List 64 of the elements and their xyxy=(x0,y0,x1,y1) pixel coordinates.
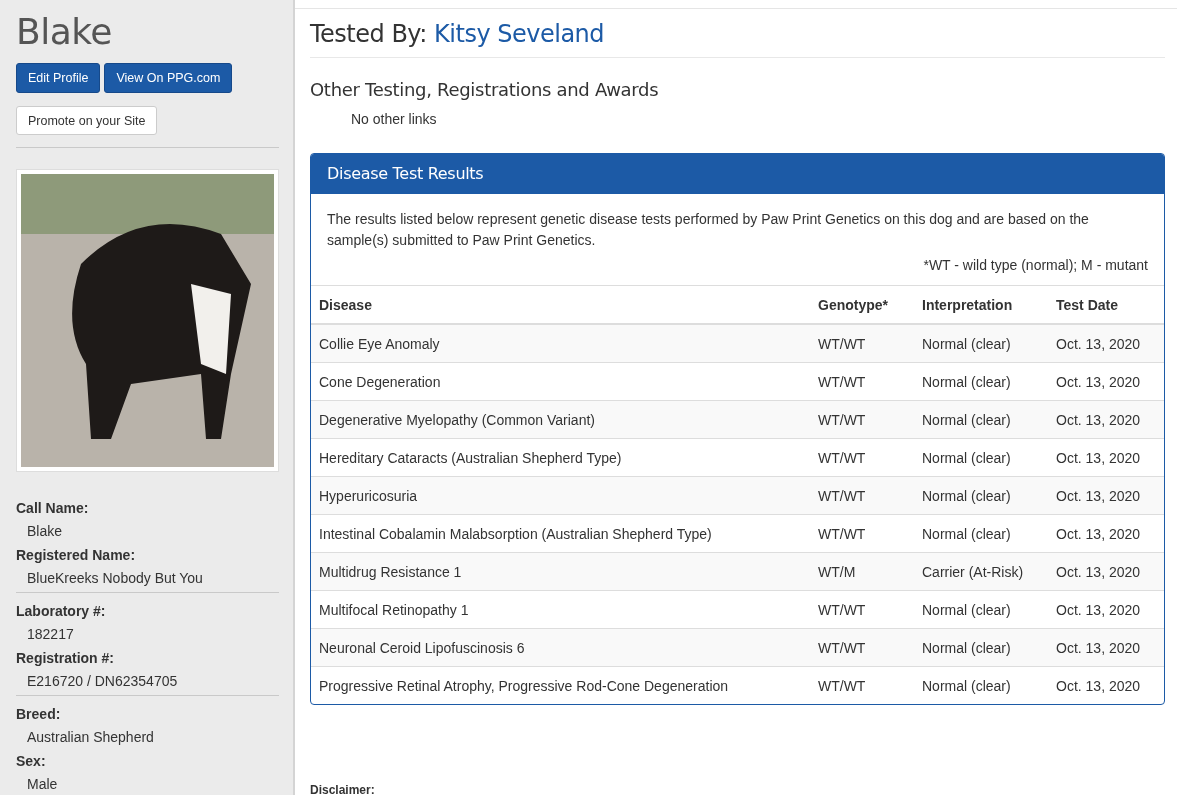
field-label: Laboratory #: xyxy=(16,602,107,621)
table-cell: Normal (clear) xyxy=(914,362,1048,401)
profile-button[interactable]: Promote on your Site xyxy=(16,106,158,135)
table-cell: Hyperuricosuria xyxy=(311,476,810,515)
table-cell: Multidrug Resistance 1 xyxy=(311,552,810,591)
table-cell: Oct. 13, 2020 xyxy=(1048,590,1164,629)
table-cell: Intestinal Cobalamin Malabsorption (Australian Shepherd Type) xyxy=(311,514,810,553)
tested-by-label: Tested By: xyxy=(310,20,427,48)
table-cell: WT/M xyxy=(810,552,914,591)
table-cell: WT/WT xyxy=(810,476,914,515)
table-cell: Oct. 13, 2020 xyxy=(1048,666,1164,704)
table-cell: Multifocal Retinopathy 1 xyxy=(311,590,810,629)
field-value: E216720 / DN62354705 xyxy=(26,672,179,691)
table-cell: Carrier (At-Risk) xyxy=(914,552,1048,591)
table-cell: Normal (clear) xyxy=(914,476,1048,515)
field-value: BlueKreeks Nobody But You xyxy=(26,569,204,588)
table-cell: WT/WT xyxy=(810,628,914,667)
table-cell: Normal (clear) xyxy=(914,666,1048,704)
table-cell: WT/WT xyxy=(810,438,914,477)
table-cell: Hereditary Cataracts (Australian Shepherd Type) xyxy=(311,438,810,477)
table-cell: Oct. 13, 2020 xyxy=(1048,476,1164,515)
table-cell: Oct. 13, 2020 xyxy=(1048,628,1164,667)
table-cell: Collie Eye Anomaly xyxy=(311,324,810,363)
profile-button[interactable]: View On PPG.com xyxy=(104,63,233,93)
no-links-text: No other links xyxy=(351,111,438,127)
dog-name: Blake xyxy=(16,10,113,54)
field-label: Registration #: xyxy=(16,649,115,668)
table-cell: Cone Degeneration xyxy=(311,362,810,401)
table-cell: Normal (clear) xyxy=(914,628,1048,667)
table-cell: WT/WT xyxy=(810,400,914,439)
table-cell: WT/WT xyxy=(810,590,914,629)
profile-button[interactable]: Edit Profile xyxy=(16,63,101,93)
section-heading: Other Testing, Registrations and Awards xyxy=(310,79,660,100)
table-cell: Progressive Retinal Atrophy, Progressive Rod-Cone Degeneration xyxy=(311,666,810,704)
table-cell: Oct. 13, 2020 xyxy=(1048,552,1164,591)
field-value: Male xyxy=(26,775,59,794)
table-cell: WT/WT xyxy=(810,514,914,553)
field-value: 182217 xyxy=(26,625,75,644)
table-cell: Oct. 13, 2020 xyxy=(1048,324,1164,363)
table-cell: Degenerative Myelopathy (Common Variant) xyxy=(311,400,810,439)
table-cell: WT/WT xyxy=(810,324,914,363)
table-cell: Oct. 13, 2020 xyxy=(1048,514,1164,553)
panel-title: Disease Test Results xyxy=(311,154,1164,194)
table-cell: Normal (clear) xyxy=(914,324,1048,363)
tester-link[interactable]: Kitsy Seveland xyxy=(434,20,605,48)
disclaimer-label: Disclaimer: xyxy=(310,783,376,795)
table-cell: Normal (clear) xyxy=(914,438,1048,477)
legend-text: *WT - wild type (normal); M - mutant xyxy=(922,256,1148,275)
field-value: Australian Shepherd xyxy=(26,728,155,747)
table-cell: Oct. 13, 2020 xyxy=(1048,362,1164,401)
table-cell: Normal (clear) xyxy=(914,590,1048,629)
table-cell: Oct. 13, 2020 xyxy=(1048,400,1164,439)
field-label: Breed: xyxy=(16,705,62,724)
table-cell: Neuronal Ceroid Lipofuscinosis 6 xyxy=(311,628,810,667)
intro-text: The results listed below represent genetic disease tests performed by Paw Print Genetics on this dog and are based on the sample(s) submitted to Paw Print Genetics. xyxy=(327,210,1090,250)
field-label: Sex: xyxy=(16,752,47,771)
field-label: Registered Name: xyxy=(16,546,137,565)
table-cell: Oct. 13, 2020 xyxy=(1048,438,1164,477)
field-label: Call Name: xyxy=(16,499,90,518)
field-value: Blake xyxy=(26,522,64,541)
table-cell: WT/WT xyxy=(810,362,914,401)
table-cell: WT/WT xyxy=(810,666,914,704)
table-cell: Normal (clear) xyxy=(914,400,1048,439)
table-cell: Normal (clear) xyxy=(914,514,1048,553)
